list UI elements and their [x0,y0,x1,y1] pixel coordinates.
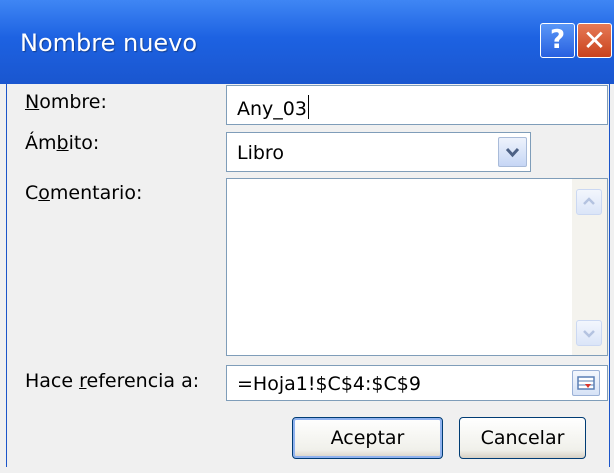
refers-to-label-post: eferencia a: [86,370,200,392]
new-name-dialog: Nombre nuevo ? ✕ Nombre: Any_03 Ámbito: … [0,0,614,473]
name-input-text: Any_03 [237,98,307,120]
scope-label-accel: b [56,132,69,154]
comment-label-accel: o [38,182,50,204]
scope-label-pre: Ám [25,132,57,154]
chevron-down-icon [505,147,520,158]
range-select-icon [577,376,595,390]
name-input-value: Any_03 [237,95,309,120]
close-icon: ✕ [582,24,607,57]
scope-dropdown-button[interactable] [498,137,527,167]
comment-textarea[interactable] [226,178,608,356]
help-icon: ? [549,25,566,55]
scope-select[interactable]: Libro [226,132,531,172]
scope-select-value: Libro [237,142,284,164]
text-caret [307,95,309,119]
cancel-button[interactable]: Cancelar [459,417,586,459]
name-input[interactable]: Any_03 [226,85,608,125]
dialog-title: Nombre nuevo [20,29,198,57]
title-bar[interactable]: Nombre nuevo ? ✕ [0,0,614,84]
help-button[interactable]: ? [540,23,575,58]
comment-label-post: mentario: [49,182,143,204]
ok-button[interactable]: Aceptar [292,417,443,459]
scope-label: Ámbito: [25,132,99,154]
collapse-dialog-button[interactable] [572,370,600,396]
refers-to-label-accel: r [79,370,87,392]
comment-label: Comentario: [25,182,142,204]
scope-label-post: ito: [68,132,100,154]
comment-label-pre: C [25,182,39,204]
refers-to-label-pre: Hace [25,370,80,392]
chevron-up-icon [583,197,595,205]
refers-to-value: =Hoja1!$C$4:$C$9 [237,373,421,395]
chevron-down-icon [583,330,595,338]
name-label: Nombre: [25,91,107,113]
name-label-rest: ombre: [39,91,107,113]
refers-to-input[interactable]: =Hoja1!$C$4:$C$9 [226,365,608,401]
scroll-up-button[interactable] [576,189,602,215]
close-button[interactable]: ✕ [577,23,612,58]
scroll-down-button[interactable] [576,320,602,346]
dialog-body: Nombre: Any_03 Ámbito: Libro Comentario: [6,84,610,467]
comment-scrollbar[interactable] [572,179,607,355]
refers-to-label: Hace referencia a: [25,370,199,392]
name-label-accel: N [25,91,40,113]
